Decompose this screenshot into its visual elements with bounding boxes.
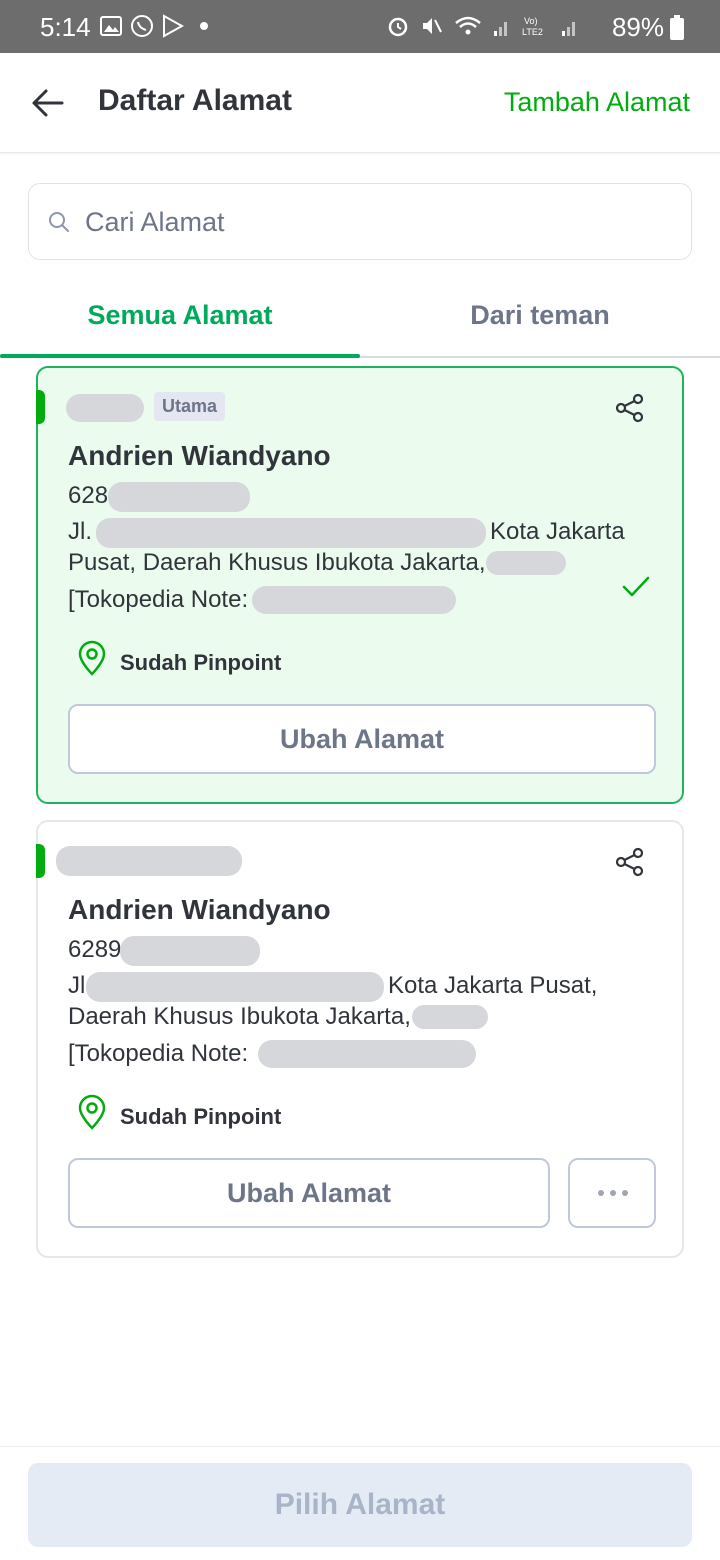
edit-address-button[interactable]: Ubah Alamat [68,1158,550,1228]
battery-icon [670,15,684,40]
address-card-main[interactable]: Utama Andrien Wiandyano 628 Jl. Kota Jak… [36,366,684,804]
alarm-icon [388,17,408,37]
redacted-label [66,394,144,422]
add-address-link[interactable]: Tambah Alamat [504,87,690,118]
card-flag [36,390,45,424]
redacted-label [56,846,242,876]
battery-level: 89% [611,12,664,42]
address-line-2: Daerah Khusus Ibukota Jakarta, [68,1003,411,1030]
card-flag [36,844,45,878]
location-pin-icon [78,640,106,676]
volte-icon: Vo)LTE2 [522,16,543,37]
redacted-street [96,518,486,548]
wifi-icon [455,16,481,35]
whatsapp-icon [131,15,153,37]
status-bar: 5:14 Vo) LTE2 89% [0,0,720,53]
redacted-note [258,1040,476,1068]
address-line-1-city: Kota Jakarta Pusat, [388,972,598,999]
svg-text:LTE2: LTE2 [522,27,543,37]
tab-from-friends[interactable]: Dari teman [360,290,720,358]
page-title: Daftar Alamat [98,84,292,117]
selected-check-icon [622,576,650,597]
redacted-postal [486,551,566,575]
redacted-phone [120,936,260,966]
address-note-prefix: [Tokopedia Note: [68,1040,249,1067]
tab-active-indicator [0,354,360,358]
recipient-name: Andrien Wiandyano [68,894,331,925]
phone-number: 6289 [68,936,122,963]
more-notifications-dot [200,22,208,30]
play-store-icon [163,14,184,38]
location-pin-icon [78,1094,106,1130]
share-icon[interactable] [614,392,646,424]
address-tabs: Semua Alamat Dari teman [0,290,720,358]
address-line-1-prefix: Jl. [68,518,92,545]
redacted-postal [412,1005,488,1029]
more-options-button[interactable] [568,1158,656,1228]
search-placeholder: Cari Alamat [85,207,225,237]
back-arrow-icon[interactable] [28,83,68,123]
pick-address-button[interactable]: Pilih Alamat [28,1463,692,1547]
address-line-2: Pusat, Daerah Khusus Ibukota Jakarta, [68,549,486,576]
address-card-secondary[interactable]: Andrien Wiandyano 6289 Jl. Kota Jakarta … [36,820,684,1258]
bottom-action-bar: Pilih Alamat [0,1446,720,1560]
main-address-badge: Utama [154,392,226,421]
tab-all-addresses[interactable]: Semua Alamat [0,290,360,358]
edit-address-button[interactable]: Ubah Alamat [68,704,656,774]
status-time: 5:14 [40,12,91,42]
phone-number: 628 [68,482,109,509]
app-header: Daftar Alamat Tambah Alamat [0,53,720,153]
system-icons: Vo) LTE2 [386,14,580,38]
redacted-note [252,586,456,614]
notification-icons [100,14,208,38]
address-line-1-city: Kota Jakarta [490,518,625,545]
svg-text:Vo): Vo) [524,16,538,26]
pinpoint-status: Sudah Pinpoint [120,650,282,675]
gallery-icon [100,16,122,36]
more-dots-icon [598,1190,628,1196]
signal-icon-2 [562,22,575,36]
mute-icon [423,18,442,34]
search-input[interactable]: Cari Alamat [28,183,692,260]
recipient-name: Andrien Wiandyano [68,440,331,471]
address-note-prefix: [Tokopedia Note: [68,586,249,613]
signal-icon-1 [494,22,507,36]
redacted-phone [108,482,250,512]
redacted-street [86,972,384,1002]
search-icon [49,212,69,232]
pinpoint-status: Sudah Pinpoint [120,1104,282,1129]
share-icon[interactable] [614,846,646,878]
